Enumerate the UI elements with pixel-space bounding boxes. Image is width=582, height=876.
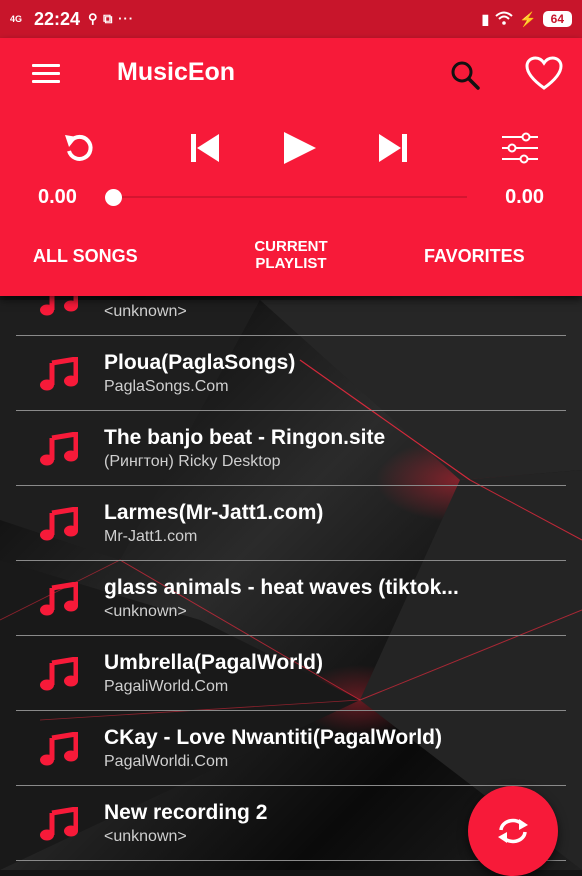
song-artist: <unknown> <box>104 828 187 845</box>
music-note-icon <box>40 582 78 616</box>
music-note-icon <box>40 657 78 691</box>
vibrate-icon: ▮ <box>481 10 490 27</box>
wifi-icon <box>495 11 513 28</box>
search-icon[interactable] <box>448 58 482 92</box>
song-artist: <unknown> <box>104 303 187 320</box>
progress-row: 0.00 0.00 <box>0 184 582 214</box>
network-indicator: 4G <box>10 13 23 24</box>
song-artist: PagaliWorld.Com <box>104 678 229 695</box>
song-title: New recording 2 <box>104 801 268 824</box>
tab-bar: ALL SONGS CURRENT PLAYLIST FAVORITES <box>0 234 582 284</box>
equalizer-icon[interactable] <box>495 123 545 173</box>
music-note-icon <box>40 807 78 841</box>
tab-all-songs[interactable]: ALL SONGS <box>33 246 138 267</box>
battery-indicator: 64 <box>542 11 572 27</box>
list-item[interactable]: Larmes(Mr-Jatt1.com) Mr-Jatt1.com <box>16 485 566 561</box>
song-title: Ploua(PaglaSongs) <box>104 351 296 374</box>
song-artist: PagalWorldi.Com <box>104 753 229 770</box>
hamburger-icon[interactable] <box>32 64 60 84</box>
current-time: 0.00 <box>38 186 77 208</box>
list-item[interactable]: glass animals - heat waves (tiktok... <u… <box>16 560 566 636</box>
music-note-icon <box>40 357 78 391</box>
app-title: MusicEon <box>117 58 236 86</box>
list-item[interactable]: CKay - Love Nwantiti(PagalWorld) PagalWo… <box>16 710 566 786</box>
song-artist: (Рингтон) Ricky Desktop <box>104 453 281 470</box>
seek-bar[interactable] <box>107 196 467 198</box>
total-time: 0.00 <box>505 186 544 208</box>
tab-favorites[interactable]: FAVORITES <box>424 246 525 267</box>
list-item[interactable]: Umbrella(PagalWorld) PagaliWorld.Com <box>16 635 566 711</box>
play-icon[interactable] <box>274 123 324 173</box>
status-time: 22:24 <box>34 8 81 29</box>
song-artist: Mr-Jatt1.com <box>104 528 198 545</box>
tab-current-playlist[interactable]: CURRENT PLAYLIST <box>235 238 347 272</box>
seek-thumb[interactable] <box>105 189 122 206</box>
song-title: The banjo beat - Ringon.site <box>104 426 386 449</box>
player-header: MusicEon 0.00 0.00 ALL SONGS CURRENT PLA… <box>0 38 582 296</box>
app-bar: MusicEon <box>0 38 582 108</box>
song-artist: <unknown> <box>104 603 187 620</box>
refresh-icon <box>498 818 528 844</box>
song-title: glass animals - heat waves (tiktok... <box>104 576 459 599</box>
repeat-icon[interactable] <box>55 123 105 173</box>
song-artist: PaglaSongs.Com <box>104 378 229 395</box>
playback-controls <box>0 123 582 173</box>
next-icon[interactable] <box>368 123 418 173</box>
charging-icon: ⚡ <box>519 10 537 27</box>
song-title: CKay - Love Nwantiti(PagalWorld) <box>104 726 442 749</box>
song-title: Umbrella(PagalWorld) <box>104 651 323 674</box>
list-item[interactable]: The banjo beat - Ringon.site (Рингтон) R… <box>16 410 566 486</box>
list-item[interactable]: Ploua(PaglaSongs) PaglaSongs.Com <box>16 335 566 411</box>
previous-icon[interactable] <box>180 123 230 173</box>
heart-icon[interactable] <box>524 56 564 92</box>
status-bar: 4G 22:24 ⚲ ⧉ ··· ▮ ⚡ 64 <box>0 0 582 38</box>
song-title: Larmes(Mr-Jatt1.com) <box>104 501 324 524</box>
music-note-icon <box>40 432 78 466</box>
music-note-icon <box>40 732 78 766</box>
music-note-icon <box>40 507 78 541</box>
refresh-button[interactable] <box>468 786 558 876</box>
status-notification-icons: ⚲ ⧉ ··· <box>88 11 135 26</box>
